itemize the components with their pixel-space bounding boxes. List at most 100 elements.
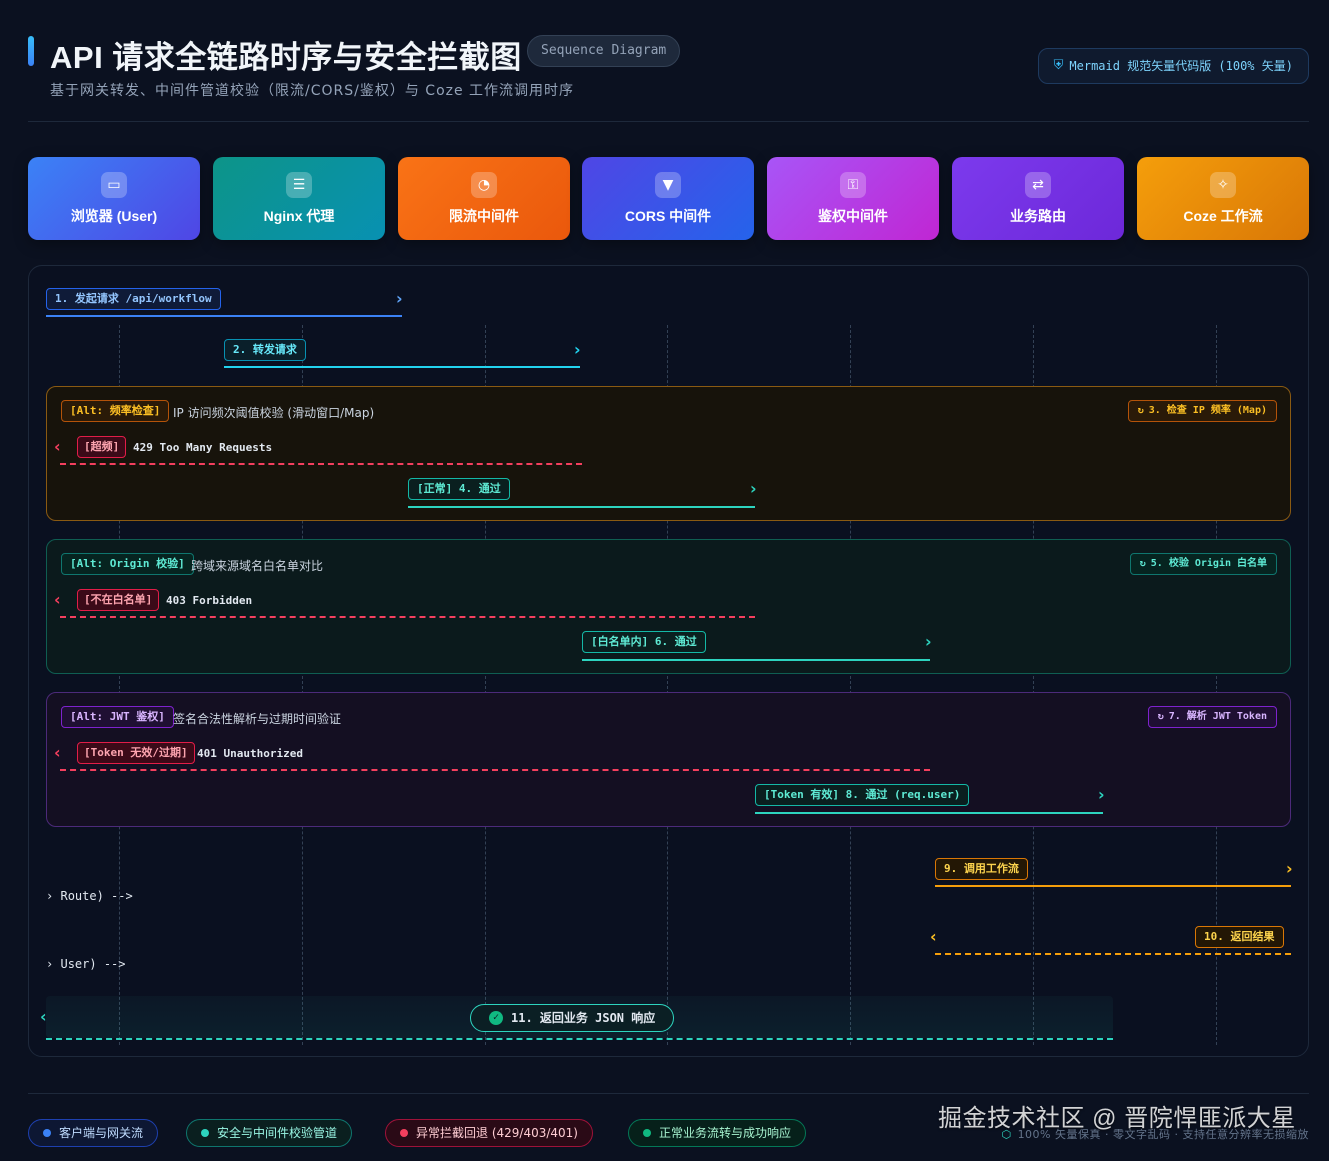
arrow-right-icon: › bbox=[1286, 859, 1293, 878]
refresh-icon: ↻ bbox=[1139, 558, 1146, 569]
legend-client-gateway: 客户端与网关流 bbox=[28, 1119, 159, 1147]
arrow-left-icon: ‹ bbox=[40, 1007, 47, 1026]
check-label: 3. 检查 IP 频率 (Map) bbox=[1148, 405, 1267, 416]
alt-jwt-error-text: 401 Unauthorized bbox=[197, 747, 303, 760]
raw-route-text: › Route) --> bbox=[46, 889, 133, 903]
message-11-text: 11. 返回业务 JSON 响应 bbox=[511, 1011, 656, 1025]
alt-cors-tag: [Alt: Origin 校验] bbox=[61, 553, 194, 575]
alt-jwt-check: ↻ 7. 解析 JWT Token bbox=[1147, 706, 1277, 728]
legend-success: 正常业务流转与成功响应 bbox=[628, 1119, 807, 1147]
refresh-icon: ↻ bbox=[1157, 711, 1164, 722]
alt-jwt-tag: [Alt: JWT 鉴权] bbox=[61, 706, 174, 728]
participant-rate-limit: ◔ 限流中间件 bbox=[398, 157, 570, 240]
page-subtitle: 基于网关转发、中间件管道校验（限流/CORS/鉴权）与 Coze 工作流调用时序 bbox=[50, 83, 575, 99]
header-divider bbox=[28, 121, 1309, 122]
alt-rate-limit-pass-line bbox=[408, 506, 755, 508]
arrow-right-icon: › bbox=[396, 289, 403, 308]
message-2-line bbox=[224, 366, 580, 368]
arrow-left-icon: ‹ bbox=[54, 743, 61, 762]
arrow-right-icon: › bbox=[925, 632, 932, 651]
alt-rate-limit-pass-label: [正常] 4. 通过 bbox=[408, 478, 510, 500]
arrow-right-icon: › bbox=[1098, 785, 1105, 804]
participant-label: Nginx 代理 bbox=[263, 207, 335, 224]
legend-error: 异常拦截回退 (429/403/401) bbox=[385, 1119, 593, 1147]
alt-cors-pass-label: [白名单内] 6. 通过 bbox=[582, 631, 706, 653]
participant-label: 鉴权中间件 bbox=[818, 207, 888, 224]
alt-jwt-pass-label: [Token 有效] 8. 通过 (req.user) bbox=[755, 784, 970, 806]
chevron-right-icon: › bbox=[46, 957, 54, 971]
key-icon: ⚿ bbox=[840, 171, 866, 198]
diagram-type-badge: Sequence Diagram bbox=[527, 35, 681, 67]
participant-label: CORS 中间件 bbox=[624, 207, 712, 224]
watermark: 掘金技术社区 @ 晋院悍匪派大星 bbox=[938, 1105, 1296, 1132]
legend-dot bbox=[643, 1129, 651, 1137]
check-label: 7. 解析 JWT Token bbox=[1168, 711, 1267, 722]
message-11-line bbox=[46, 1038, 1113, 1040]
alt-cors-error-line bbox=[60, 616, 755, 618]
participant-label: Coze 工作流 bbox=[1183, 207, 1263, 224]
alt-rate-limit-tag: [Alt: 频率检查] bbox=[61, 400, 170, 422]
legend-dot bbox=[400, 1129, 408, 1137]
mermaid-badge: ⛨ Mermaid 规范矢量代码版 (100% 矢量) bbox=[1037, 48, 1309, 84]
gauge-icon: ◔ bbox=[471, 171, 497, 198]
magic-wand-icon: ✧ bbox=[1210, 171, 1236, 198]
arrow-left-icon: ‹ bbox=[54, 590, 61, 609]
legend-label: 正常业务流转与成功响应 bbox=[659, 1126, 792, 1140]
alt-jwt-error-line bbox=[60, 769, 930, 771]
alt-jwt-pass-line bbox=[755, 812, 1103, 814]
participant-router: ⇄ 业务路由 bbox=[952, 157, 1124, 240]
legend-divider bbox=[28, 1093, 1309, 1094]
alt-rate-limit-error-tag: [超频] bbox=[77, 436, 127, 458]
alt-cors-check: ↻ 5. 校验 Origin 白名单 bbox=[1129, 553, 1277, 575]
check-circle-icon: ✓ bbox=[489, 1011, 503, 1025]
mermaid-badge-label: Mermaid 规范矢量代码版 (100% 矢量) bbox=[1069, 59, 1293, 73]
message-9-label: 9. 调用工作流 bbox=[935, 858, 1028, 880]
participant-label: 浏览器 (User) bbox=[70, 207, 158, 224]
participant-auth: ⚿ 鉴权中间件 bbox=[767, 157, 939, 240]
arrow-left-icon: ‹ bbox=[54, 437, 61, 456]
page-title: API 请求全链路时序与安全拦截图 bbox=[50, 40, 522, 75]
shield-icon: ⛨ bbox=[1053, 58, 1064, 73]
alt-cors-error-text: 403 Forbidden bbox=[166, 594, 253, 607]
route-icon: ⇄ bbox=[1025, 171, 1051, 198]
raw-user-label: User) --> bbox=[60, 957, 126, 971]
filter-icon: ▼ bbox=[655, 171, 681, 198]
chevron-right-icon: › bbox=[46, 889, 54, 903]
alt-cors-pass-line bbox=[582, 659, 930, 661]
alt-rate-limit-error-line bbox=[60, 463, 582, 465]
alt-jwt-desc: 签名合法性解析与过期时间验证 bbox=[173, 712, 342, 726]
alt-cors-error-tag: [不在白名单] bbox=[77, 589, 160, 611]
raw-route-label: Route) --> bbox=[60, 889, 133, 903]
message-11-label: ✓ 11. 返回业务 JSON 响应 bbox=[470, 1004, 675, 1032]
message-1-line bbox=[46, 315, 402, 317]
participant-cors: ▼ CORS 中间件 bbox=[582, 157, 754, 240]
raw-user-text: › User) --> bbox=[46, 957, 126, 971]
legend-dot bbox=[201, 1129, 209, 1137]
alt-rate-limit-error-text: 429 Too Many Requests bbox=[133, 441, 273, 454]
message-2-label: 2. 转发请求 bbox=[224, 339, 306, 361]
arrow-left-icon: ‹ bbox=[930, 927, 937, 946]
message-10-label: 10. 返回结果 bbox=[1195, 926, 1284, 948]
message-9-line bbox=[935, 885, 1291, 887]
legend-label: 安全与中间件校验管道 bbox=[217, 1126, 338, 1140]
title-accent-bar bbox=[28, 36, 34, 66]
legend-label: 客户端与网关流 bbox=[59, 1126, 144, 1140]
participant-coze: ✧ Coze 工作流 bbox=[1137, 157, 1309, 240]
participant-browser: ▭ 浏览器 (User) bbox=[28, 157, 200, 240]
legend-label: 异常拦截回退 (429/403/401) bbox=[416, 1126, 578, 1140]
alt-rate-limit-desc: IP 访问频次阈值校验 (滑动窗口/Map) bbox=[173, 406, 375, 420]
monitor-icon: ▭ bbox=[101, 171, 127, 198]
participant-nginx: ☰ Nginx 代理 bbox=[213, 157, 385, 240]
arrow-right-icon: › bbox=[574, 340, 581, 359]
message-10-line bbox=[935, 953, 1291, 955]
refresh-icon: ↻ bbox=[1137, 405, 1144, 416]
participant-label: 业务路由 bbox=[1010, 207, 1066, 224]
server-icon: ☰ bbox=[286, 171, 312, 198]
legend-dot bbox=[43, 1129, 51, 1137]
legend-middleware: 安全与中间件校验管道 bbox=[186, 1119, 353, 1147]
arrow-right-icon: › bbox=[750, 479, 757, 498]
alt-cors-desc: 跨域来源域名白名单对比 bbox=[191, 559, 324, 573]
alt-rate-limit-check: ↻ 3. 检查 IP 频率 (Map) bbox=[1127, 400, 1277, 422]
alt-jwt-error-tag: [Token 无效/过期] bbox=[77, 742, 195, 764]
check-label: 5. 校验 Origin 白名单 bbox=[1150, 558, 1267, 569]
